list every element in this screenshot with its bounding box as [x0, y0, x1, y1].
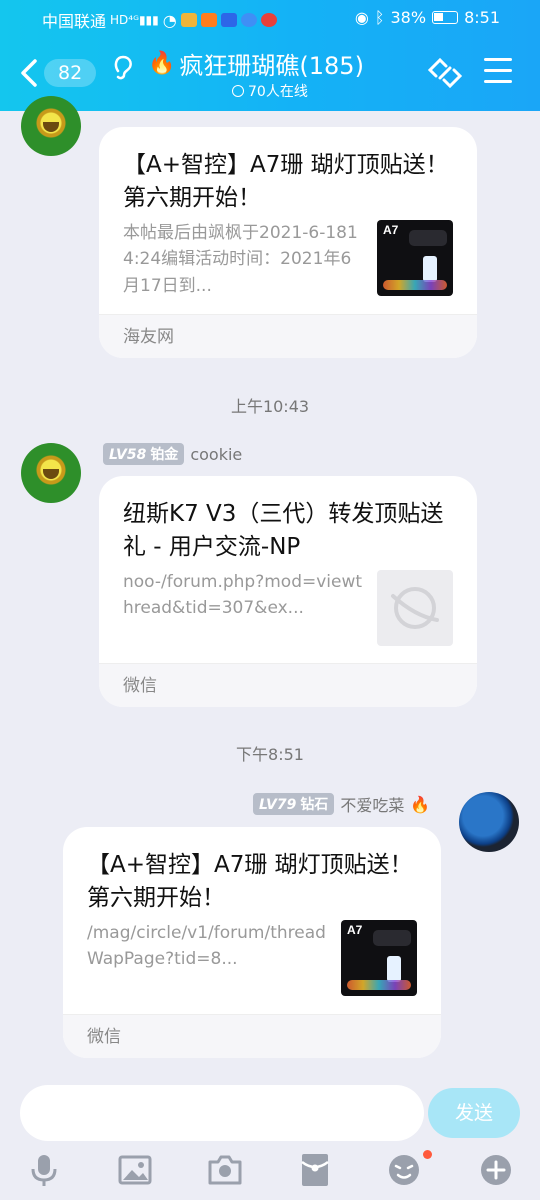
message-input[interactable] [20, 1085, 424, 1141]
card-title: 纽斯K7 V3（三代）转发顶贴送礼 - 用户交流-NP [123, 501, 444, 561]
sender-info: LV79 钻石 不爱吃菜 🔥 [253, 792, 430, 816]
sender-name: cookie [190, 444, 243, 464]
app-notification-icon [200, 13, 217, 27]
avatar[interactable] [459, 792, 519, 852]
lamp-image [409, 230, 447, 246]
battery-percent: 38% [390, 8, 427, 27]
coral-image [383, 280, 447, 290]
emoji-icon[interactable] [386, 1152, 422, 1188]
chat-nav-bar: 82 🔥 疯狂珊瑚礁(185) 70人在线 [0, 36, 540, 111]
avatar[interactable] [21, 96, 81, 156]
eye-icon: ◉ [354, 8, 369, 27]
weibo-icon [260, 13, 277, 27]
unread-count-badge: 82 [44, 59, 97, 87]
phone-image [423, 256, 437, 282]
card-title: 【A+智控】A7珊 瑚灯顶贴送！ 第六期开始！ [87, 852, 413, 912]
red-packet-icon[interactable] [297, 1152, 333, 1188]
online-count: 70人在线 [248, 84, 308, 100]
menu-line [484, 58, 512, 61]
link-icon[interactable] [426, 54, 464, 92]
fire-icon: 🔥 [410, 794, 431, 814]
menu-icon[interactable] [484, 58, 512, 86]
app-notification-icon [180, 13, 197, 27]
input-toolbar [0, 1150, 540, 1200]
bluetooth-icon: ᛒ [374, 8, 385, 27]
plus-icon[interactable] [478, 1152, 514, 1188]
avatar[interactable] [21, 443, 81, 503]
card-description: /mag/circle/v1/forum/threadWapPage?tid=8… [87, 923, 326, 970]
ear-icon[interactable] [110, 53, 136, 81]
chevron-left-icon [21, 59, 37, 87]
menu-line [484, 69, 512, 72]
card-description: noo-/forum.php?mod=viewthread&tid=307&ex… [123, 572, 363, 619]
phone-image [387, 956, 401, 982]
thumbnail-label: A7 [383, 223, 399, 237]
app-notification-icon [240, 13, 257, 27]
send-button[interactable]: 发送 [428, 1088, 520, 1138]
camera-icon[interactable] [207, 1152, 243, 1188]
online-status: 70人在线 [232, 81, 308, 101]
wifi-icon: ◔ [162, 10, 177, 30]
level-badge: LV79 钻石 [253, 793, 335, 815]
microphone-icon[interactable] [26, 1152, 62, 1188]
menu-line [484, 80, 512, 83]
group-name: 疯狂珊瑚礁(185) [179, 52, 364, 80]
back-button[interactable]: 82 [20, 55, 100, 91]
clock: 8:51 [464, 8, 500, 27]
image-icon[interactable] [117, 1152, 153, 1188]
card-thumbnail: A7 [377, 220, 453, 296]
carrier-label: 中国联通 [42, 12, 107, 31]
shared-link-card[interactable]: 【A+智控】A7珊 瑚灯顶贴送！ 第六期开始！ 本帖最后由飒枫于2021-6-1… [99, 127, 477, 358]
card-source: 微信 [99, 663, 477, 707]
group-title[interactable]: 🔥 疯狂珊瑚礁(185) [148, 46, 364, 81]
check-circle-icon [232, 85, 244, 97]
app-notification-icon [220, 13, 237, 27]
coral-image [347, 980, 411, 990]
signal-icon: HD⁴ᴳ▮▮▮ [110, 13, 159, 27]
planet-placeholder-icon [391, 587, 439, 629]
shared-link-card[interactable]: 纽斯K7 V3（三代）转发顶贴送礼 - 用户交流-NP noo-/forum.p… [99, 476, 477, 707]
card-title: 【A+智控】A7珊 瑚灯顶贴送！ 第六期开始！ [123, 152, 449, 212]
timestamp: 上午10:43 [230, 397, 310, 416]
fire-icon: 🔥 [148, 51, 176, 76]
thumbnail-label: A7 [347, 923, 363, 937]
header: 中国联通 HD⁴ᴳ▮▮▮ ◔ ◉ ᛒ 38% 8:51 82 🔥 疯狂珊瑚礁(1… [0, 0, 540, 111]
card-source: 微信 [63, 1014, 441, 1058]
card-thumbnail: A7 [341, 920, 417, 996]
level-badge: LV58 铂金 [103, 443, 185, 465]
lamp-image [373, 930, 411, 946]
status-bar: 中国联通 HD⁴ᴳ▮▮▮ ◔ ◉ ᛒ 38% 8:51 [0, 0, 540, 36]
timestamp: 下午8:51 [236, 745, 304, 764]
sender-info: LV58 铂金 cookie [103, 443, 242, 465]
card-source: 海友网 [99, 314, 477, 358]
notification-dot [423, 1150, 432, 1159]
card-thumbnail [377, 570, 453, 646]
shared-link-card[interactable]: 【A+智控】A7珊 瑚灯顶贴送！ 第六期开始！ /mag/circle/v1/f… [63, 827, 441, 1058]
card-description: 本帖最后由飒枫于2021-6-1814:24编辑活动时间：2021年6月17日到… [123, 223, 358, 296]
sender-name: 不爱吃菜 [340, 796, 405, 815]
battery-icon [432, 11, 459, 24]
